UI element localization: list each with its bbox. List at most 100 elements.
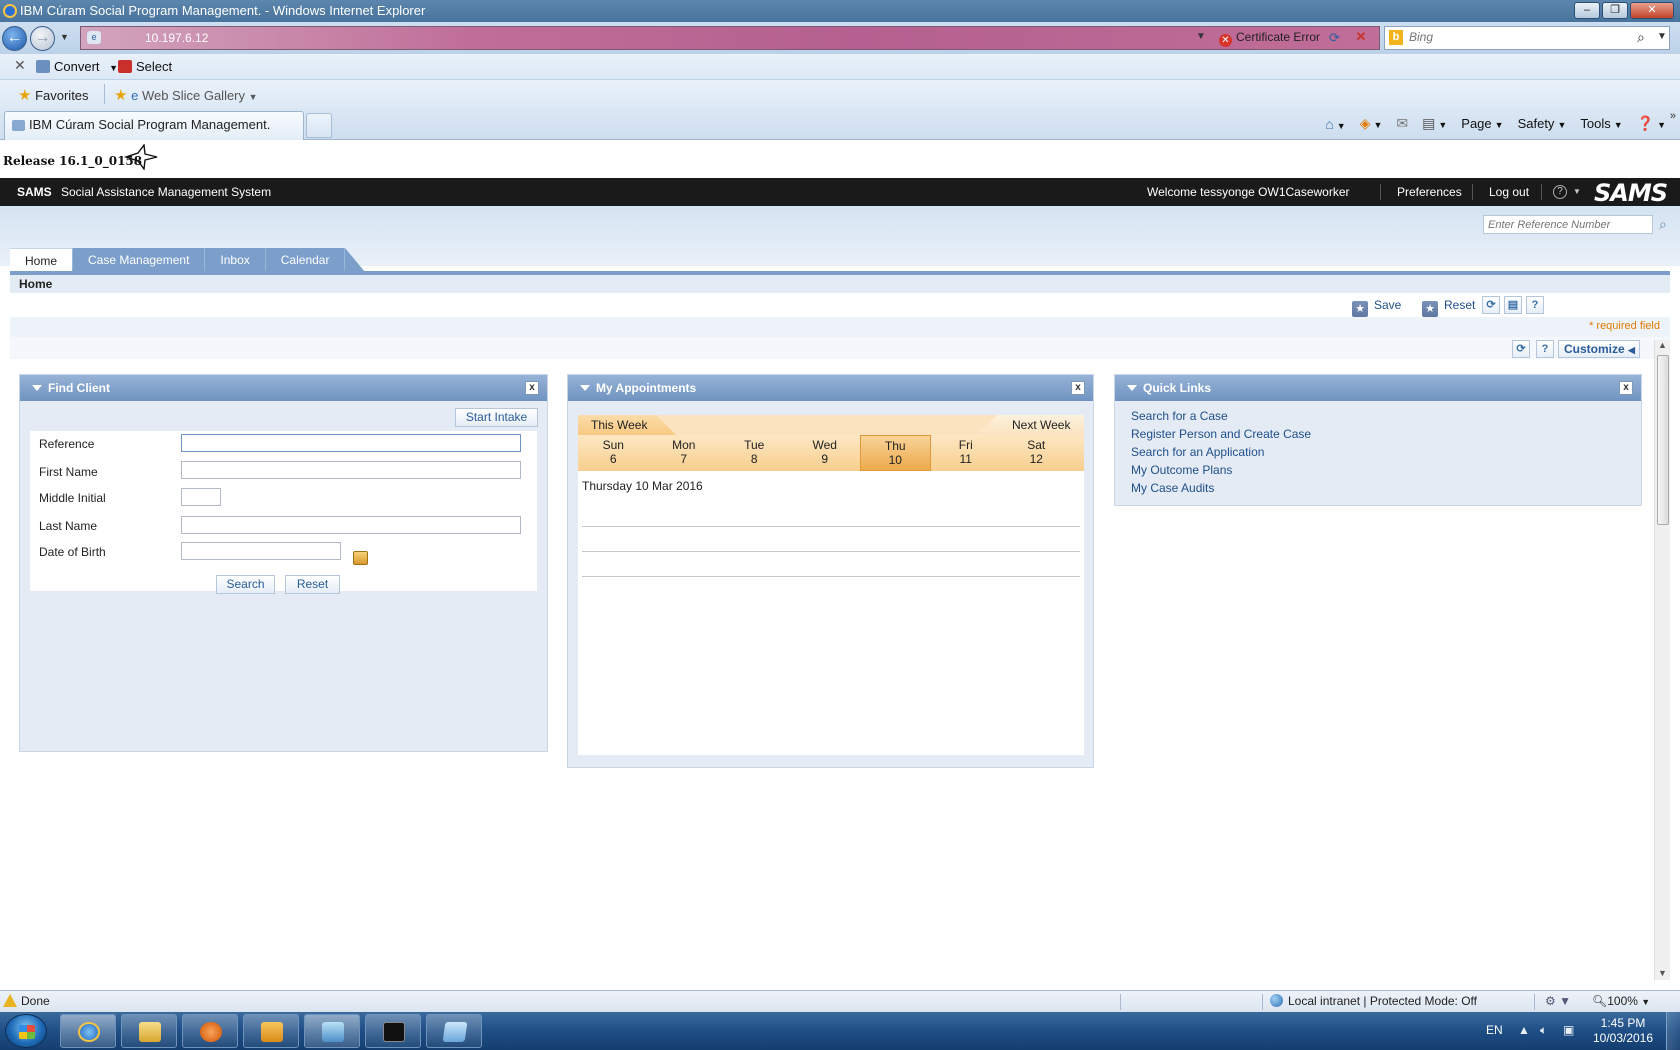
middle-initial-field[interactable] bbox=[181, 488, 221, 506]
tab-calendar[interactable]: Calendar bbox=[265, 248, 346, 272]
last-name-field[interactable] bbox=[181, 516, 521, 534]
link-outcome-plans[interactable]: My Outcome Plans bbox=[1131, 463, 1232, 477]
collapse-arrow-icon[interactable] bbox=[580, 385, 590, 391]
tab-case-management[interactable]: Case Management bbox=[73, 248, 206, 272]
browser-tab-active[interactable]: IBM Cúram Social Program Management. bbox=[4, 111, 304, 140]
next-week-tab[interactable]: Next Week bbox=[976, 415, 1084, 435]
maximize-button[interactable]: ❐ bbox=[1602, 2, 1628, 19]
help-menu[interactable]: ❓ ▼ bbox=[1637, 115, 1666, 132]
this-week-tab[interactable]: This Week bbox=[578, 415, 676, 435]
taskbar-outlook[interactable] bbox=[243, 1014, 299, 1048]
link-register-person[interactable]: Register Person and Create Case bbox=[1131, 427, 1311, 441]
collapse-arrow-icon[interactable] bbox=[1127, 385, 1137, 391]
day-wed[interactable]: Wed 9 bbox=[790, 435, 861, 471]
scrollbar-thumb[interactable] bbox=[1657, 355, 1669, 525]
first-name-field[interactable] bbox=[181, 461, 521, 479]
page-scrollbar[interactable]: ▲ ▼ bbox=[1654, 340, 1670, 980]
start-intake-button[interactable]: Start Intake bbox=[455, 408, 538, 427]
select-button[interactable]: Select bbox=[118, 59, 172, 74]
search-box[interactable]: b ⌕ ▼ bbox=[1384, 26, 1670, 50]
link-search-case[interactable]: Search for a Case bbox=[1131, 409, 1228, 423]
link-search-application[interactable]: Search for an Application bbox=[1131, 445, 1264, 459]
pods-help-icon[interactable]: ? bbox=[1536, 340, 1554, 358]
reset-button[interactable]: Reset bbox=[285, 575, 340, 594]
convert-button[interactable]: Convert ▼ bbox=[36, 59, 118, 74]
more-chevron-icon[interactable]: » bbox=[1670, 110, 1676, 122]
collapse-arrow-icon[interactable] bbox=[32, 385, 42, 391]
reset-page-button[interactable]: ★ Reset bbox=[1422, 296, 1475, 317]
zoom-level[interactable]: 🔍︎100% ▼ bbox=[1592, 991, 1650, 1013]
taskbar-notepad[interactable] bbox=[426, 1014, 482, 1048]
refresh-page-icon[interactable]: ⟳ bbox=[1482, 296, 1500, 314]
scroll-up-icon[interactable]: ▲ bbox=[1658, 340, 1667, 350]
search-button[interactable]: Search bbox=[216, 575, 275, 594]
security-zone[interactable]: Local intranet | Protected Mode: Off bbox=[1270, 991, 1477, 1012]
close-pod-icon[interactable]: x bbox=[525, 381, 539, 395]
show-hidden-icons-icon[interactable]: ▲ bbox=[1518, 1023, 1530, 1037]
taskbar-explorer[interactable] bbox=[121, 1014, 177, 1048]
home-button[interactable]: ⌂ ▼ bbox=[1325, 116, 1345, 132]
close-pod-icon[interactable]: x bbox=[1619, 381, 1633, 395]
web-slice-dropdown-icon[interactable]: ▼ bbox=[249, 92, 258, 102]
day-mon[interactable]: Mon 7 bbox=[649, 435, 720, 471]
address-bar[interactable]: e 10.197.6.12 ▼ ✕ Certificate Error ⟳ ✕ bbox=[80, 26, 1380, 50]
taskbar-command-prompt[interactable] bbox=[365, 1014, 421, 1048]
minimize-button[interactable]: – bbox=[1574, 2, 1600, 19]
calendar-picker-icon[interactable] bbox=[353, 551, 368, 565]
preferences-link[interactable]: Preferences bbox=[1397, 178, 1462, 206]
new-tab-button[interactable] bbox=[306, 113, 332, 138]
taskbar-internet-explorer[interactable] bbox=[60, 1014, 116, 1048]
customize-button[interactable]: Customize ◀ bbox=[1558, 340, 1640, 358]
search-input[interactable] bbox=[1409, 30, 1629, 44]
mail-button[interactable]: ✉ bbox=[1396, 115, 1408, 132]
volume-icon[interactable]: 🔈︎ bbox=[1540, 1023, 1547, 1038]
safety-menu[interactable]: Safety ▼ bbox=[1518, 116, 1567, 131]
start-button[interactable] bbox=[5, 1014, 47, 1048]
day-sat[interactable]: Sat 12 bbox=[1001, 435, 1072, 471]
address-url[interactable]: 10.197.6.12 bbox=[145, 31, 208, 45]
print-page-icon[interactable]: ▤ bbox=[1504, 296, 1522, 314]
protected-mode-icon[interactable]: ⚙ ▼ bbox=[1545, 991, 1571, 1012]
day-sun[interactable]: Sun 6 bbox=[578, 435, 649, 471]
reference-field[interactable] bbox=[181, 434, 521, 452]
reference-number-input[interactable] bbox=[1483, 215, 1653, 234]
refresh-pods-icon[interactable]: ⟳ bbox=[1512, 340, 1530, 358]
favorites-button[interactable]: ★ Favorites bbox=[18, 86, 89, 104]
show-desktop-button[interactable] bbox=[1666, 1012, 1680, 1050]
app-help-icon[interactable]: ? bbox=[1553, 185, 1567, 199]
day-thu-selected[interactable]: Thu 10 bbox=[860, 435, 931, 471]
taskbar-network-app[interactable] bbox=[304, 1014, 360, 1048]
day-fri[interactable]: Fri 11 bbox=[931, 435, 1002, 471]
convert-dropdown-icon[interactable]: ▼ bbox=[109, 63, 118, 73]
certificate-error-button[interactable]: ✕ Certificate Error bbox=[1219, 30, 1320, 47]
logout-link[interactable]: Log out bbox=[1489, 178, 1529, 206]
feeds-button[interactable]: ◈ ▼ bbox=[1360, 115, 1383, 132]
close-toolbar-icon[interactable]: ✕ bbox=[14, 57, 26, 74]
search-dropdown-icon[interactable]: ▼ bbox=[1657, 31, 1667, 42]
back-button[interactable]: ← bbox=[2, 26, 27, 51]
reference-search-icon[interactable]: ⌕ bbox=[1659, 216, 1667, 233]
history-dropdown-icon[interactable]: ▼ bbox=[60, 32, 69, 42]
day-tue[interactable]: Tue 8 bbox=[719, 435, 790, 471]
find-client-header[interactable]: Find Client x bbox=[20, 375, 547, 401]
print-button[interactable]: ▤ ▼ bbox=[1422, 115, 1447, 132]
taskbar-clock[interactable]: 1:45 PM 10/03/2016 bbox=[1588, 1016, 1658, 1046]
app-help-dropdown-icon[interactable]: ▼ bbox=[1573, 178, 1581, 206]
input-language[interactable]: EN bbox=[1486, 1023, 1503, 1037]
link-case-audits[interactable]: My Case Audits bbox=[1131, 481, 1214, 495]
page-menu[interactable]: Page ▼ bbox=[1461, 116, 1503, 131]
web-slice-gallery-link[interactable]: ★ e Web Slice Gallery ▼ bbox=[114, 86, 258, 104]
tab-home[interactable]: Home bbox=[10, 248, 74, 272]
search-icon[interactable]: ⌕ bbox=[1637, 29, 1645, 46]
close-window-button[interactable]: ✕ bbox=[1630, 2, 1674, 19]
dob-field[interactable] bbox=[181, 542, 341, 560]
scroll-down-icon[interactable]: ▼ bbox=[1658, 968, 1667, 978]
quick-links-header[interactable]: Quick Links x bbox=[1115, 375, 1641, 401]
tab-inbox[interactable]: Inbox bbox=[205, 248, 266, 272]
page-help-icon[interactable]: ? bbox=[1526, 296, 1544, 314]
address-dropdown-icon[interactable]: ▼ bbox=[1196, 31, 1206, 42]
tools-menu[interactable]: Tools ▼ bbox=[1580, 116, 1622, 131]
save-button[interactable]: ★ Save bbox=[1352, 296, 1401, 317]
stop-icon[interactable]: ✕ bbox=[1353, 29, 1369, 45]
close-pod-icon[interactable]: x bbox=[1071, 381, 1085, 395]
